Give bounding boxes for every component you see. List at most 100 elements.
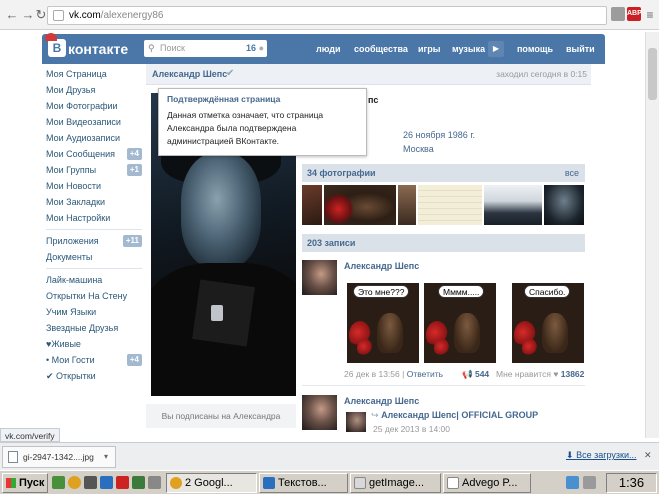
clock[interactable]: 1:36 bbox=[606, 473, 657, 493]
post-date-row: 26 дек в 13:56 | Ответить bbox=[344, 369, 443, 379]
quicklaunch-icon[interactable] bbox=[148, 476, 161, 489]
photo-thumb[interactable] bbox=[544, 185, 584, 225]
tray-icon[interactable] bbox=[583, 476, 596, 489]
wall-header[interactable]: 203 записи bbox=[302, 234, 585, 252]
network-icon[interactable] bbox=[566, 476, 579, 489]
verified-tooltip: Подтверждённая страница Данная отметка о… bbox=[158, 88, 367, 156]
subscribed-status[interactable]: Вы подписаны на Александра bbox=[146, 404, 296, 428]
cat-image bbox=[377, 313, 403, 353]
cat-image bbox=[542, 313, 568, 353]
nav-people[interactable]: люди bbox=[316, 34, 341, 64]
menu-my-friends[interactable]: Мои Друзья bbox=[46, 82, 142, 98]
menu-apps[interactable]: Приложения +11 bbox=[46, 233, 142, 249]
task-chrome[interactable]: 2 Googl... bbox=[166, 473, 257, 493]
post-divider bbox=[302, 385, 585, 386]
address-bar[interactable]: vk.com/alexenergy86 ☆ bbox=[47, 6, 642, 25]
speech-bubble: Спасибо. bbox=[524, 285, 571, 298]
photo-thumb[interactable] bbox=[302, 185, 322, 225]
menu-my-photos[interactable]: Мои Фотографии bbox=[46, 98, 142, 114]
menu-my-guests[interactable]: • Мои Гости +4 bbox=[46, 352, 142, 368]
quicklaunch-icon[interactable] bbox=[84, 476, 97, 489]
chevron-down-icon[interactable]: ▾ bbox=[104, 447, 108, 467]
photo-thumb[interactable] bbox=[324, 185, 396, 225]
photo-thumb[interactable] bbox=[398, 185, 416, 225]
menu-my-settings[interactable]: Мои Настройки bbox=[46, 210, 142, 226]
chrome-icon[interactable] bbox=[68, 476, 81, 489]
menu-divider bbox=[46, 268, 142, 269]
menu-my-messages[interactable]: Мои Сообщения +4 bbox=[46, 146, 142, 162]
menu-wall-cards[interactable]: Открытки На Стену bbox=[46, 288, 142, 304]
vk-logo[interactable]: Вконтакте bbox=[45, 33, 128, 59]
verified-check-icon[interactable]: ✔ bbox=[226, 68, 234, 79]
post-date[interactable]: 26 дек в 13:56 bbox=[344, 369, 400, 379]
scrollbar-thumb[interactable] bbox=[648, 48, 657, 100]
image-icon bbox=[354, 477, 366, 489]
heart-icon: ♥ bbox=[553, 369, 559, 379]
nav-logout[interactable]: выйти bbox=[566, 34, 595, 64]
download-arrow-icon: ⬇ bbox=[566, 450, 574, 460]
tooltip-title: Подтверждённая страница bbox=[167, 94, 281, 104]
avatar[interactable] bbox=[302, 260, 337, 295]
city-value[interactable]: Москва bbox=[403, 144, 434, 154]
nav-games[interactable]: игры bbox=[418, 34, 440, 64]
menu-documents[interactable]: Документы bbox=[46, 249, 142, 265]
roses-image bbox=[357, 339, 373, 357]
repost-count: 544 bbox=[474, 369, 490, 379]
menu-star-friends[interactable]: Звездные Друзья bbox=[46, 320, 142, 336]
close-icon[interactable]: ✕ bbox=[644, 450, 652, 461]
groups-count-badge: +1 bbox=[126, 164, 142, 176]
all-downloads-link[interactable]: ⬇ Все загрузки... bbox=[566, 450, 636, 461]
play-icon[interactable]: ▶ bbox=[488, 41, 504, 57]
reply-link[interactable]: Ответить bbox=[407, 369, 443, 379]
birthday-value[interactable]: 26 ноября 1986 г. bbox=[403, 130, 475, 140]
photo-thumb[interactable] bbox=[484, 185, 542, 225]
photo-face bbox=[181, 153, 261, 268]
search-input[interactable]: ⚲ Поиск 16 ● bbox=[144, 40, 267, 57]
menu-my-news[interactable]: Мои Новости bbox=[46, 178, 142, 194]
search-icon: ⚲ bbox=[148, 43, 155, 53]
menu-icon[interactable]: ≡ bbox=[642, 7, 658, 23]
download-item[interactable]: gi-2947-1342....jpg ▾ bbox=[2, 446, 116, 468]
nav-music[interactable]: музыка bbox=[452, 34, 485, 64]
start-button[interactable]: Пуск bbox=[2, 473, 48, 493]
like-block[interactable]: Мне нравится ♥ 13862 bbox=[496, 369, 584, 379]
windows-logo-icon bbox=[6, 478, 16, 488]
post-author[interactable]: Александр Шепс bbox=[344, 396, 419, 406]
comic-panel-3[interactable]: Спасибо. bbox=[512, 283, 584, 363]
menu-alive[interactable]: ♥Живые bbox=[46, 336, 142, 352]
menu-like-machine[interactable]: Лайк-машина bbox=[46, 272, 142, 288]
comic-panel-1[interactable]: Это мне??? bbox=[347, 283, 419, 363]
photo-thumb[interactable] bbox=[418, 185, 482, 225]
menu-my-bookmarks[interactable]: Мои Закладки bbox=[46, 194, 142, 210]
photos-header[interactable]: 34 фотографии все bbox=[302, 164, 585, 182]
photos-all-link[interactable]: все bbox=[565, 164, 579, 182]
nav-communities[interactable]: сообщества bbox=[354, 34, 408, 64]
url-path: /alexenergy86 bbox=[100, 10, 164, 21]
task-text-editor[interactable]: Текстов... bbox=[259, 473, 348, 493]
menu-my-videos[interactable]: Мои Видеозаписи bbox=[46, 114, 142, 130]
quicklaunch-icon[interactable] bbox=[52, 476, 65, 489]
avatar[interactable] bbox=[302, 395, 337, 430]
menu-languages[interactable]: Учим Языки bbox=[46, 304, 142, 320]
repost-group-link[interactable]: ↪ Александр Шепс| OFFICIAL GROUP bbox=[371, 410, 538, 421]
menu-my-audio[interactable]: Мои Аудиозаписи bbox=[46, 130, 142, 146]
menu-my-groups[interactable]: Мои Группы +1 bbox=[46, 162, 142, 178]
quicklaunch-icon[interactable] bbox=[100, 476, 113, 489]
post-author[interactable]: Александр Шепс bbox=[344, 261, 419, 271]
repost-block[interactable]: 📢 544 bbox=[462, 369, 489, 380]
comic-panel-2[interactable]: Мммм..... bbox=[424, 283, 496, 363]
reply-separator: | bbox=[402, 369, 405, 379]
group-avatar[interactable] bbox=[346, 412, 366, 432]
task-advego[interactable]: Advego P... bbox=[443, 473, 531, 493]
menu-my-page[interactable]: Моя Страница bbox=[46, 66, 142, 82]
acrobat-icon[interactable] bbox=[116, 476, 129, 489]
quicklaunch-icon[interactable] bbox=[132, 476, 145, 489]
nav-help[interactable]: помощь bbox=[517, 34, 553, 64]
menu-divider bbox=[46, 229, 142, 230]
back-arrow-icon[interactable]: ← bbox=[4, 7, 20, 23]
extension-icon[interactable] bbox=[611, 7, 625, 21]
download-bar: gi-2947-1342....jpg ▾ ⬇ Все загрузки... … bbox=[0, 442, 659, 470]
task-getimage[interactable]: getImage... bbox=[350, 473, 441, 493]
menu-cards[interactable]: ✔ Открытки bbox=[46, 368, 142, 384]
adblock-icon[interactable]: ABP bbox=[627, 7, 642, 21]
